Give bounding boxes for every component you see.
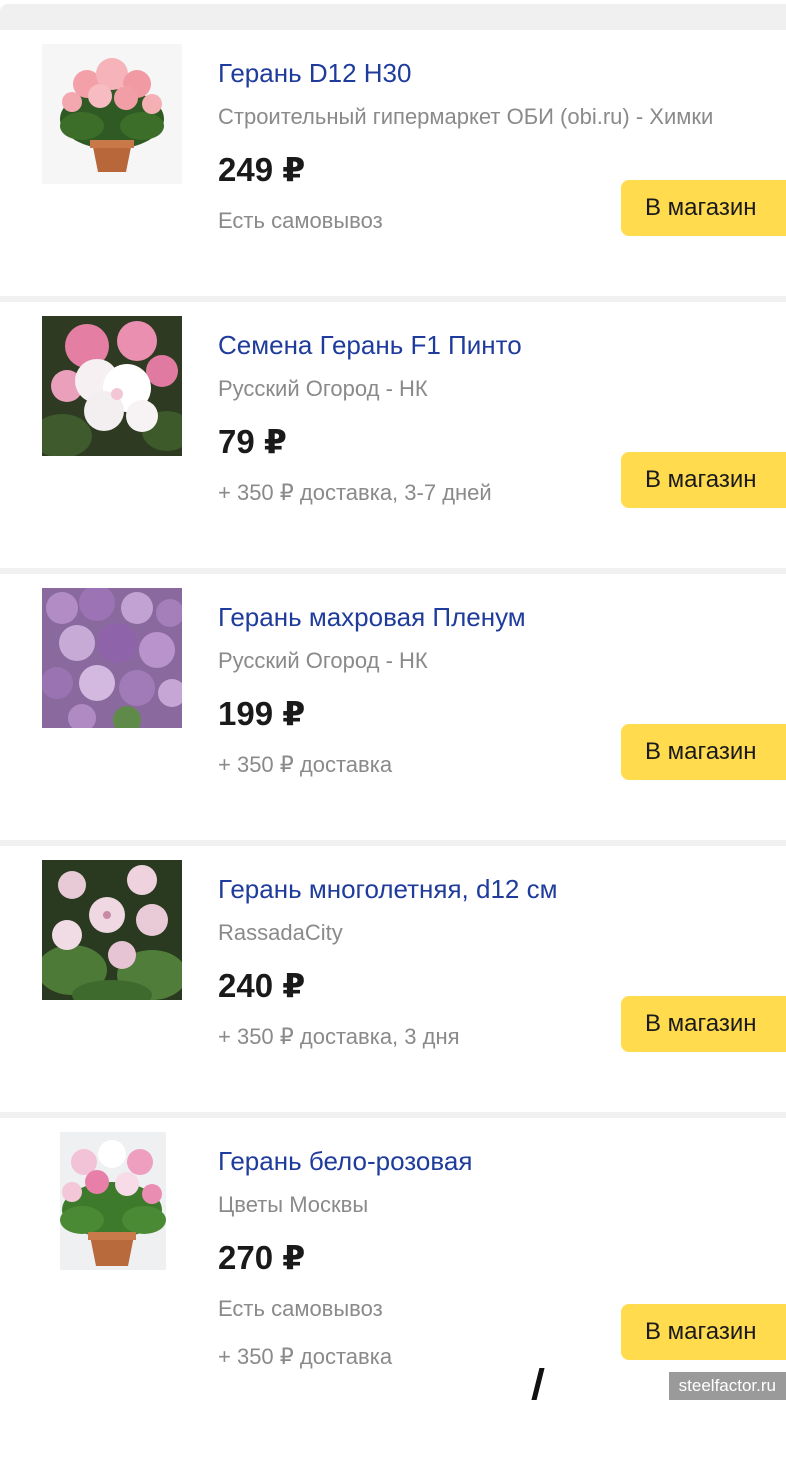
go-to-shop-button[interactable]: В магазин <box>621 452 786 508</box>
delivery-info: + 350 ₽ доставка <box>218 1344 393 1369</box>
watermark: steelfactor.ru <box>668 1372 786 1400</box>
product-image-white-pink-potted-geranium[interactable] <box>42 1132 182 1272</box>
top-strip <box>0 0 786 30</box>
price: 79 ₽ <box>218 423 287 460</box>
shop-name: Русский Огород - НК <box>218 648 428 673</box>
offer-list: Герань D12 H30 Строительный гипермаркет … <box>0 30 786 1458</box>
offer-title[interactable]: Герань D12 H30 <box>218 58 411 89</box>
offer-card: Семена Герань F1 Пинто Русский Огород - … <box>0 302 786 574</box>
shop-name: Русский Огород - НК <box>218 376 428 401</box>
product-image-white-pink-geranium-closeup[interactable] <box>42 316 182 456</box>
product-image-pale-pink-perennial-geranium[interactable] <box>42 860 182 1000</box>
price: 240 ₽ <box>218 967 306 1004</box>
pen-stroke-mark <box>531 1368 545 1400</box>
offer-title[interactable]: Герань махровая Пленум <box>218 602 526 633</box>
go-to-shop-button[interactable]: В магазин <box>621 1304 786 1360</box>
delivery-info: + 350 ₽ доставка <box>218 752 393 777</box>
offer-card: Герань махровая Пленум Русский Огород - … <box>0 574 786 846</box>
delivery-info: + 350 ₽ доставка, 3-7 дней <box>218 480 492 505</box>
shop-name: Строительный гипермаркет ОБИ (obi.ru) - … <box>218 104 714 129</box>
offer-card: Герань бело-розовая Цветы Москвы 270 ₽ Е… <box>0 1118 786 1458</box>
product-image-purple-double-geranium[interactable] <box>42 588 182 728</box>
delivery-info: Есть самовывоз <box>218 208 383 233</box>
offer-card: Герань многолетняя, d12 см RassadaCity 2… <box>0 846 786 1118</box>
offer-card: Герань D12 H30 Строительный гипермаркет … <box>0 30 786 302</box>
price: 249 ₽ <box>218 151 306 188</box>
offer-title[interactable]: Герань бело-розовая <box>218 1146 472 1177</box>
header-bar <box>0 4 786 30</box>
pickup-info: Есть самовывоз <box>218 1296 383 1321</box>
go-to-shop-button[interactable]: В магазин <box>621 180 786 236</box>
go-to-shop-button[interactable]: В магазин <box>621 996 786 1052</box>
price: 199 ₽ <box>218 695 306 732</box>
offer-title[interactable]: Герань многолетняя, d12 см <box>218 874 557 905</box>
go-to-shop-button[interactable]: В магазин <box>621 724 786 780</box>
offer-title[interactable]: Семена Герань F1 Пинто <box>218 330 522 361</box>
shop-name: Цветы Москвы <box>218 1192 369 1217</box>
shop-name: RassadaCity <box>218 920 343 945</box>
product-image-potted-pink-geranium[interactable] <box>42 44 182 184</box>
price: 270 ₽ <box>218 1239 306 1276</box>
delivery-info: + 350 ₽ доставка, 3 дня <box>218 1024 460 1049</box>
